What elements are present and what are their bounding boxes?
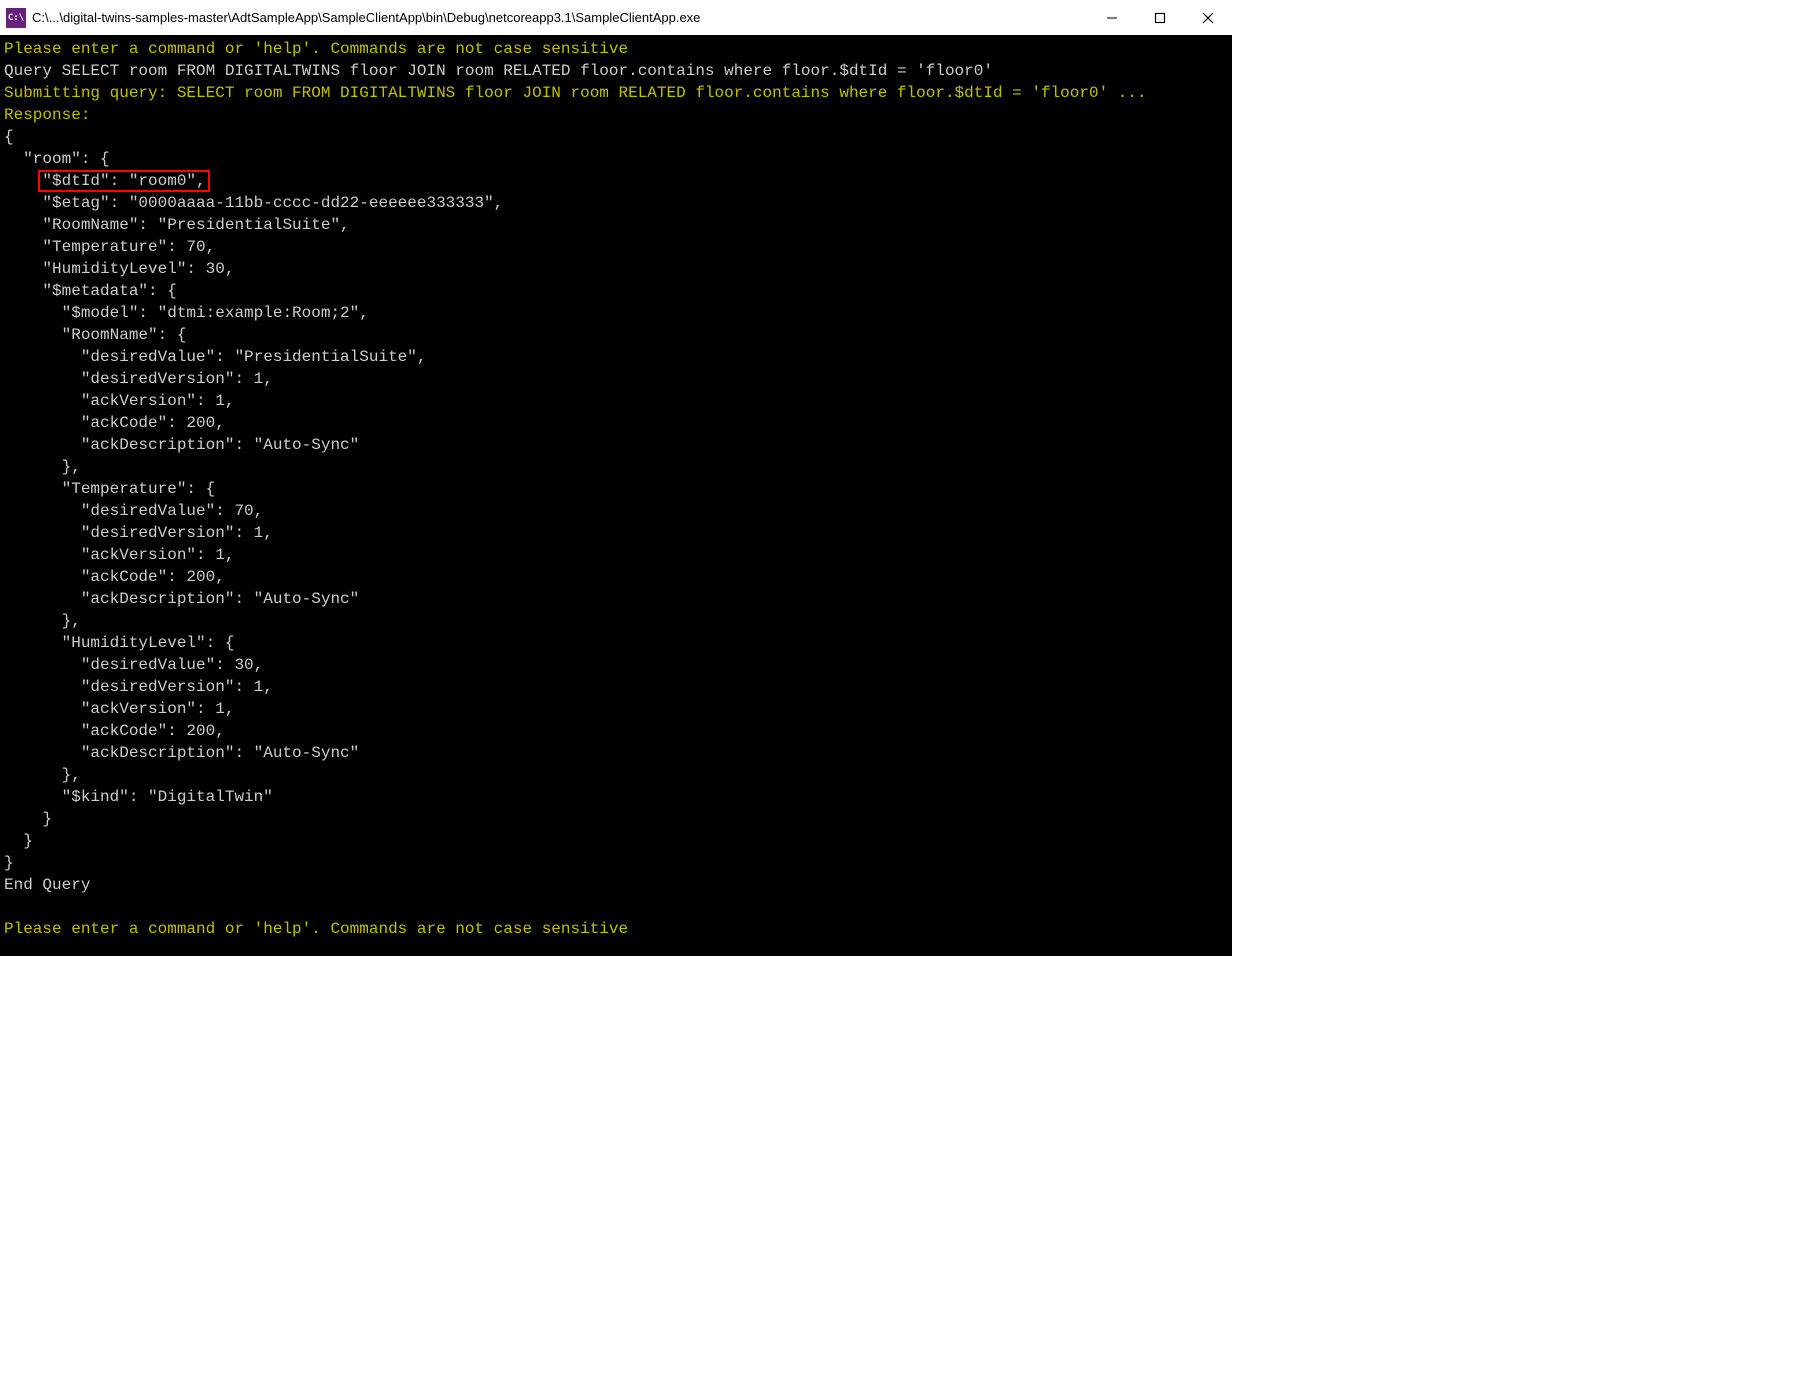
terminal-line: } xyxy=(4,852,1228,874)
minimize-icon xyxy=(1106,12,1118,24)
terminal-line: } xyxy=(4,830,1228,852)
terminal-line: "ackVersion": 1, xyxy=(4,390,1228,412)
minimize-button[interactable] xyxy=(1088,0,1136,36)
terminal-line: "$metadata": { xyxy=(4,280,1228,302)
terminal-line: "desiredVersion": 1, xyxy=(4,522,1228,544)
app-icon: C:\ xyxy=(6,8,26,28)
terminal-line: Query SELECT room FROM DIGITALTWINS floo… xyxy=(4,60,1228,82)
terminal-line: }, xyxy=(4,456,1228,478)
terminal-output[interactable]: Please enter a command or 'help'. Comman… xyxy=(0,36,1232,956)
terminal-line: "desiredValue": 30, xyxy=(4,654,1228,676)
titlebar: C:\ C:\...\digital-twins-samples-master\… xyxy=(0,0,1232,36)
terminal-line: Submitting query: SELECT room FROM DIGIT… xyxy=(4,82,1228,104)
terminal-line: Response: xyxy=(4,104,1228,126)
terminal-line: } xyxy=(4,808,1228,830)
terminal-line: "room": { xyxy=(4,148,1228,170)
terminal-line: "Temperature": 70, xyxy=(4,236,1228,258)
terminal-line: }, xyxy=(4,610,1228,632)
window-controls xyxy=(1088,0,1232,36)
terminal-line: "$dtId": "room0", xyxy=(4,170,1228,192)
terminal-line: "ackDescription": "Auto-Sync" xyxy=(4,742,1228,764)
terminal-line xyxy=(4,896,1228,918)
terminal-line: { xyxy=(4,126,1228,148)
terminal-line: "$kind": "DigitalTwin" xyxy=(4,786,1228,808)
terminal-line: End Query xyxy=(4,874,1228,896)
terminal-line: Please enter a command or 'help'. Comman… xyxy=(4,918,1228,940)
terminal-line: "ackVersion": 1, xyxy=(4,544,1228,566)
terminal-line: "ackCode": 200, xyxy=(4,720,1228,742)
maximize-icon xyxy=(1154,12,1166,24)
maximize-button[interactable] xyxy=(1136,0,1184,36)
terminal-line: "Temperature": { xyxy=(4,478,1228,500)
highlighted-text: "$dtId": "room0", xyxy=(38,170,209,192)
terminal-line: "desiredVersion": 1, xyxy=(4,676,1228,698)
terminal-line: "ackDescription": "Auto-Sync" xyxy=(4,434,1228,456)
terminal-line: }, xyxy=(4,764,1228,786)
window-title: C:\...\digital-twins-samples-master\AdtS… xyxy=(32,10,1088,25)
terminal-line: "$etag": "0000aaaa-11bb-cccc-dd22-eeeeee… xyxy=(4,192,1228,214)
close-icon xyxy=(1202,12,1214,24)
terminal-line: Please enter a command or 'help'. Comman… xyxy=(4,38,1228,60)
terminal-line: "ackDescription": "Auto-Sync" xyxy=(4,588,1228,610)
terminal-line: "HumidityLevel": { xyxy=(4,632,1228,654)
terminal-line: "ackVersion": 1, xyxy=(4,698,1228,720)
terminal-line: "desiredVersion": 1, xyxy=(4,368,1228,390)
close-button[interactable] xyxy=(1184,0,1232,36)
terminal-line: "desiredValue": "PresidentialSuite", xyxy=(4,346,1228,368)
terminal-line: "RoomName": "PresidentialSuite", xyxy=(4,214,1228,236)
terminal-line: "HumidityLevel": 30, xyxy=(4,258,1228,280)
terminal-line: "RoomName": { xyxy=(4,324,1228,346)
terminal-line: "ackCode": 200, xyxy=(4,566,1228,588)
terminal-line: "ackCode": 200, xyxy=(4,412,1228,434)
terminal-line: "$model": "dtmi:example:Room;2", xyxy=(4,302,1228,324)
terminal-line: "desiredValue": 70, xyxy=(4,500,1228,522)
